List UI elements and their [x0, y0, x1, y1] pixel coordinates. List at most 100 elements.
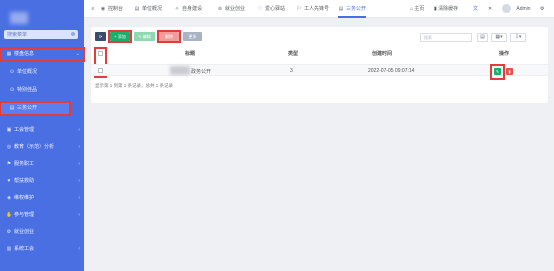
edit-button[interactable]: ✎ 编辑 [134, 32, 155, 41]
sidebar-item-label: 参与管理 [14, 212, 35, 218]
row-type: 3 [290, 68, 293, 74]
pencil-icon: ✎ [495, 69, 500, 74]
export-icon: ⇩▾ [514, 34, 522, 40]
flag-icon: ⚑ [6, 161, 12, 167]
sidebar-item-label: 就业创业 [14, 229, 35, 235]
sidebar-item-label: 系统工会 [14, 246, 35, 252]
tab-unit-overview[interactable]: ▤ 单位概况 [134, 0, 162, 18]
home-link[interactable]: ⌂ 主页 [410, 0, 424, 18]
sidebar-item-aid[interactable]: ♥ 帮扶救助 ‹ [0, 175, 84, 188]
redacted-title-prefix [170, 66, 190, 75]
doc-icon: ▤ [134, 6, 140, 12]
table-row[interactable] [91, 64, 548, 76]
grid-icon: ▦ [6, 51, 12, 57]
sidebar-item-label: 帮扶救助 [14, 178, 35, 184]
trash-icon: ▮ [508, 69, 511, 74]
fullscreen-button[interactable]: ✕ [488, 0, 492, 18]
target-icon: ⊚ [217, 6, 223, 12]
column-header-title[interactable]: 标题 [185, 50, 195, 57]
export-dropdown[interactable]: ⇩▾ [510, 33, 526, 42]
sidebar-item-label: 三务公开 [17, 105, 38, 111]
user-chip[interactable]: 搜索菜单 [4, 30, 78, 39]
user-menu[interactable]: Admin [502, 0, 531, 18]
search-input[interactable]: 搜索 [420, 33, 472, 42]
brand-logo [2, 4, 62, 28]
list-icon: ▤ [480, 34, 485, 40]
sidebar-item-special[interactable]: ⊙ 特别佳品 [0, 84, 84, 97]
sidebar-item-building-info[interactable]: ▦ 楼盘信息 ⌄ [0, 47, 85, 62]
tab-employment[interactable]: ⊚ 就业创业 [217, 0, 245, 18]
row-title: 政务公开 [191, 69, 212, 75]
menu-toggle-button[interactable]: ≡ [90, 0, 98, 18]
chevron-down-icon: ‹ [78, 246, 80, 252]
sidebar-item-three-affairs[interactable]: ▤ 三务公开 [0, 101, 71, 116]
sidebar-item-participate[interactable]: ✋ 参与管理 ‹ [0, 209, 84, 222]
sidebar-item-label: 教育（示范）分析 [14, 144, 55, 150]
column-header-created[interactable]: 创建时间 [372, 50, 392, 57]
pagination-info: 显示第 1 到第 1 条记录，总共 1 条记录 [95, 83, 174, 88]
refresh-icon: ⟳ [98, 34, 103, 39]
row-delete-button[interactable]: ▮ [506, 68, 513, 75]
translate-icon: 文 [473, 6, 479, 12]
gear-icon: ⚙ [540, 6, 545, 12]
sidebar-item-service[interactable]: ⚑ 服务职工 ‹ [0, 158, 84, 171]
gear-icon: ⚙ [6, 229, 12, 235]
delete-button[interactable]: 删除 [159, 32, 179, 41]
chevron-down-icon: ‹ [78, 144, 80, 150]
columns-dropdown[interactable]: ▦▾ [491, 33, 507, 42]
dot-icon: ⊙ [9, 69, 15, 75]
row-created: 2022-07-05 09:07:14 [368, 68, 415, 74]
view-toggle-button[interactable]: ▤ [477, 33, 488, 42]
translate-button[interactable]: 文 [473, 0, 478, 18]
sidebar-item-label: 单位概况 [17, 69, 38, 75]
building-icon: ▥ [6, 246, 12, 252]
sidebar-item-label: 楼盘信息 [14, 51, 35, 57]
columns-icon: ▦▾ [495, 34, 503, 40]
hamburger-icon: ≡ [91, 6, 95, 12]
column-header-actions: 操作 [499, 51, 510, 57]
dot-icon: ⊙ [9, 87, 15, 93]
heart-icon: ♥ [7, 178, 11, 184]
tab-three-affairs[interactable]: ▤ 三务公开 [338, 0, 367, 18]
clear-cache-button[interactable]: ▮ 清除缓存 [434, 0, 458, 18]
chevron-down-icon: ‹ [78, 212, 80, 218]
sidebar-item-label: 特别佳品 [17, 87, 38, 93]
refresh-button[interactable]: ⟳ [95, 32, 106, 41]
hand-icon: ✋ [6, 212, 13, 218]
sidebar-item-label: 维权维护 [14, 195, 35, 201]
sidebar-item-label: 工会管理 [14, 127, 35, 133]
chevron-down-icon: ‹ [78, 178, 80, 184]
column-header-type[interactable]: 类型 [288, 50, 298, 57]
circle-icon: ◎ [6, 144, 12, 150]
sidebar-item-rights[interactable]: ◈ 维权维护 ‹ [0, 192, 84, 205]
add-button[interactable]: + 添加 [110, 32, 130, 41]
doc-icon: ▤ [9, 105, 15, 111]
row-edit-button[interactable]: ✎ [494, 68, 501, 75]
box-icon: ▣ [6, 127, 12, 133]
avatar [502, 4, 511, 14]
tab-self-building[interactable]: ✧ 自身建设 [174, 0, 202, 18]
row-checkbox[interactable] [98, 68, 103, 73]
sidebar-item-unit-overview[interactable]: ⊙ 单位概况 [0, 66, 84, 79]
top-navbar: ≡ ◉ 控制台 ▤ 单位概况 ✧ 自身建设 ⊚ 就业创业 ♡ 爱心驿站 ⚐ 工人先锋号 ▤ 三… [84, 0, 554, 18]
sidebar-item-union[interactable]: ▣ 工会管理 ‹ [0, 124, 84, 137]
star-icon: ✧ [174, 6, 180, 12]
flag-icon: ⚐ [296, 6, 302, 12]
settings-button[interactable]: ⚙ [540, 0, 544, 18]
sidebar-item-label: 服务职工 [14, 161, 35, 167]
sidebar-item-system[interactable]: ▥ 系统工会 ‹ [0, 243, 84, 256]
doc-icon: ▤ [338, 6, 344, 12]
chevron-down-icon: ‹ [78, 161, 80, 167]
tab-worker-pioneer[interactable]: ⚐ 工人先锋号 [296, 0, 329, 18]
dashboard-icon: ◉ [100, 6, 106, 12]
heart-icon: ♡ [257, 6, 263, 12]
tab-dashboard[interactable]: ◉ 控制台 [100, 0, 123, 18]
tab-love-station[interactable]: ♡ 爱心驿站 [257, 0, 285, 18]
sidebar-item-education[interactable]: ◎ 教育（示范）分析 ‹ [0, 141, 84, 154]
select-all-checkbox[interactable] [98, 51, 103, 56]
sidebar-item-employment[interactable]: ⚙ 就业创业 [0, 226, 84, 239]
expand-icon: ✕ [488, 6, 493, 12]
more-button[interactable]: 更多 [183, 32, 202, 41]
chevron-down-icon: ‹ [78, 195, 80, 201]
chevron-down-icon: ⌄ [75, 51, 80, 57]
